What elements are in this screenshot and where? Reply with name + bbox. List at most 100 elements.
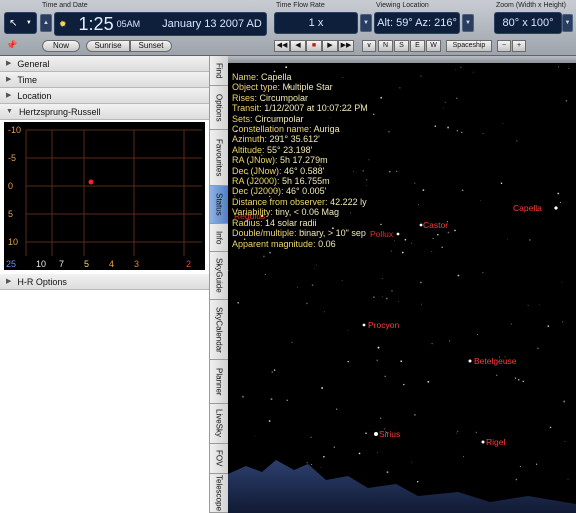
background-star <box>273 369 276 371</box>
east-button[interactable]: E <box>410 40 425 52</box>
star-procyon[interactable] <box>362 323 366 327</box>
tab-fov[interactable]: FOV <box>210 444 228 474</box>
mountain-horizon <box>228 460 576 513</box>
background-star <box>381 296 383 298</box>
object-info-panel: Name: Capella Object type: Multiple Star R… <box>232 72 368 249</box>
background-star <box>373 296 375 298</box>
star-label-capella[interactable]: Capella <box>513 203 542 213</box>
west-button[interactable]: W <box>426 40 441 52</box>
tab-status[interactable]: Status <box>210 186 228 224</box>
info-value: 5h 17.279m <box>280 155 328 166</box>
cursor-tool-button[interactable]: ↖ ▼ <box>4 12 37 34</box>
time-group-label: Time and Date <box>42 2 88 9</box>
pointer-icon: ↖ <box>9 17 18 29</box>
star-pollux[interactable] <box>396 232 400 236</box>
star-capella[interactable] <box>554 206 558 210</box>
section-label: Hertzsprung-Russell <box>18 106 101 117</box>
info-value: 5h 16.755m <box>282 176 330 187</box>
view-arrow-button[interactable]: ▼ <box>462 14 474 32</box>
fast-forward-button[interactable]: ▶▶ <box>338 40 354 52</box>
tab-skycalendar[interactable]: SkyCalendar <box>210 300 228 360</box>
tab-favourites[interactable]: Favourites <box>210 130 228 186</box>
section-hr-options[interactable]: ▶ H-R Options <box>0 274 209 290</box>
hr-x-tick: 7 <box>59 259 64 269</box>
viewing-location-display[interactable]: Alt: 59° Az: 216° <box>374 12 460 34</box>
hr-y-tick: 10 <box>8 237 18 247</box>
star-betelgeuse[interactable] <box>468 359 472 363</box>
background-star <box>285 66 288 69</box>
section-location[interactable]: ▶ Location <box>0 88 209 104</box>
background-star <box>549 426 552 429</box>
section-label: General <box>17 58 50 69</box>
hr-diagram-plot: -10 -5 0 5 10 25 10 7 5 4 3 2 <box>6 125 202 269</box>
zoom-arrow-button[interactable]: ▼ <box>562 14 573 32</box>
info-value: Circumpolar <box>259 92 309 103</box>
hr-x-tick: 4 <box>109 259 114 269</box>
sunrise-button[interactable]: Sunrise <box>86 40 130 52</box>
info-row: RA (JNow): 5h 17.279m <box>232 155 368 165</box>
tab-livesky[interactable]: LiveSky <box>210 404 228 444</box>
info-label: Radius: <box>232 217 263 228</box>
background-star <box>400 360 403 363</box>
now-button[interactable]: Now <box>42 40 80 52</box>
star-label-rigel[interactable]: Rigel <box>486 437 505 447</box>
star-label-pollux[interactable]: Pollux <box>370 229 393 239</box>
rewind-fast-button[interactable]: ◀◀ <box>274 40 290 52</box>
tab-info[interactable]: Info <box>210 224 228 252</box>
background-star <box>380 223 382 226</box>
info-row: Apparent magnitude: 0.06 <box>232 239 368 249</box>
star-label-betelgeuse[interactable]: Betelgeuse <box>474 356 517 366</box>
sky-view[interactable]: Capella Castor Pollux Regulus Procyon Be… <box>228 56 576 513</box>
sunset-button[interactable]: Sunset <box>130 40 172 52</box>
section-general[interactable]: ▶ General <box>0 56 209 72</box>
background-star <box>472 71 474 73</box>
background-star <box>417 204 419 206</box>
flow-rate-arrow-button[interactable]: ▼ <box>360 14 372 32</box>
background-star <box>479 200 481 201</box>
pushpin-icon[interactable]: 📌 <box>6 40 17 51</box>
info-value: 55° 23.198' <box>267 144 313 155</box>
play-button[interactable]: ▶ <box>322 40 338 52</box>
time-date-display[interactable]: ✹ 1:25 05AM January 13 2007 AD <box>54 12 267 36</box>
star-castor[interactable] <box>419 223 423 227</box>
tab-find[interactable]: Find <box>210 56 228 86</box>
starry-night-window: ↖ ▼ Time and Date ▲ ✹ 1:25 05AM January … <box>0 0 576 513</box>
star-label-castor[interactable]: Castor <box>423 220 448 230</box>
zoom-out-button[interactable]: − <box>497 40 511 52</box>
hr-diagram[interactable]: -10 -5 0 5 10 25 10 7 5 4 3 2 <box>4 122 205 270</box>
north-button[interactable]: N <box>378 40 393 52</box>
info-label: Double/multiple: <box>232 228 297 239</box>
background-star <box>242 395 244 398</box>
background-star <box>529 239 531 241</box>
background-star <box>396 170 398 172</box>
background-star <box>538 304 540 306</box>
time-flow-rate-display[interactable]: 1 x <box>274 12 358 34</box>
zoom-display[interactable]: 80° x 100° <box>494 12 562 34</box>
south-button[interactable]: S <box>394 40 409 52</box>
background-star <box>500 182 503 184</box>
tab-options[interactable]: Options <box>210 86 228 130</box>
section-time[interactable]: ▶ Time <box>0 72 209 88</box>
star-label-procyon[interactable]: Procyon <box>368 320 399 330</box>
date-display: January 13 2007 AD <box>162 18 262 30</box>
star-rigel[interactable] <box>481 440 485 444</box>
spaceship-button[interactable]: Spaceship <box>446 40 492 52</box>
background-star <box>449 340 451 342</box>
tab-skyguide[interactable]: SkyGuide <box>210 252 228 300</box>
section-label: Time <box>17 74 38 85</box>
star-sirius[interactable] <box>374 432 378 436</box>
star-label-sirius[interactable]: Sirius <box>379 429 400 439</box>
background-star <box>561 281 563 283</box>
step-back-button[interactable]: ◀ <box>290 40 306 52</box>
section-hertzsprung-russell[interactable]: ▼ Hertzsprung-Russell <box>0 104 209 120</box>
stop-button[interactable]: ■ <box>306 40 322 52</box>
tab-planner[interactable]: Planner <box>210 360 228 404</box>
zoom-in-button[interactable]: + <box>512 40 526 52</box>
time-up-button[interactable]: ▲ <box>40 14 52 32</box>
direction-menu-button[interactable]: ∨ <box>362 40 376 52</box>
background-star <box>347 360 349 363</box>
background-star <box>461 189 464 192</box>
background-star <box>310 436 312 438</box>
background-star <box>495 374 498 377</box>
tab-telescope[interactable]: Telescope <box>210 474 228 513</box>
